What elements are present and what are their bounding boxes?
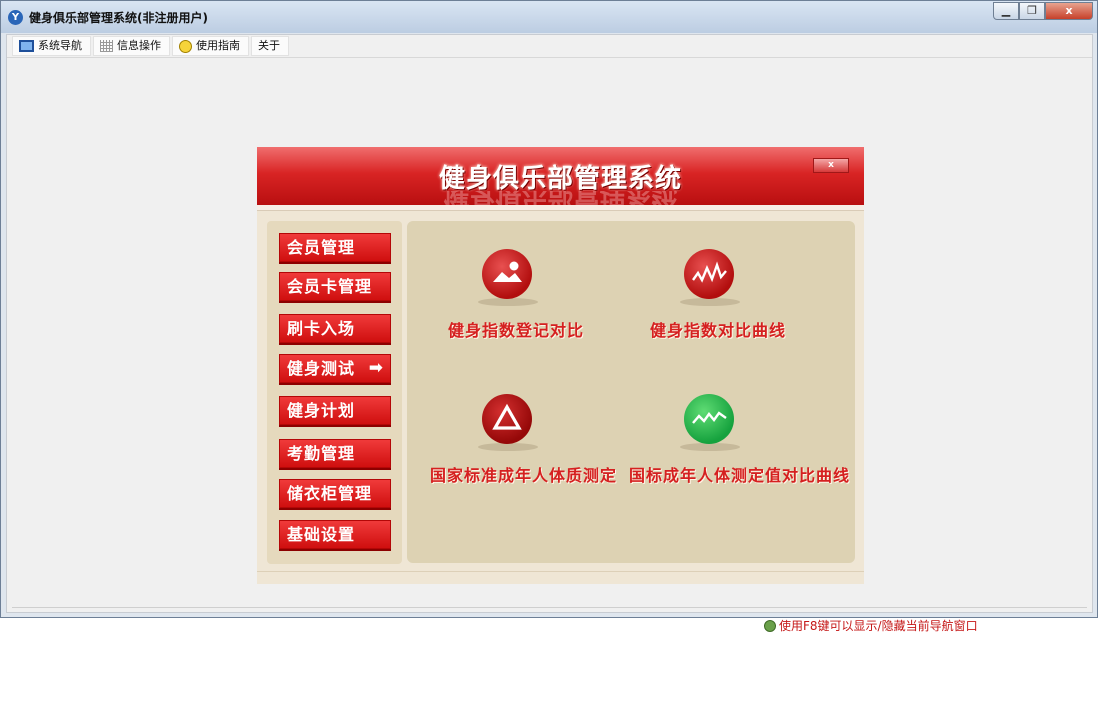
landscape-icon[interactable]	[482, 249, 532, 299]
zigzag-chart-icon[interactable]	[684, 249, 734, 299]
green-curve-icon[interactable]	[684, 394, 734, 444]
nav-label: 会员管理	[287, 238, 356, 257]
nav-label: 考勤管理	[287, 444, 356, 463]
nav-basic-settings[interactable]: 基础设置	[279, 520, 391, 549]
icon-shadow	[680, 443, 740, 451]
nav-label: 刷卡入场	[287, 319, 356, 338]
panel-title: 健身俱乐部管理系统	[438, 164, 682, 194]
nav-label: 会员卡管理	[287, 277, 373, 296]
bottom-divider	[12, 607, 1087, 608]
smile-icon	[179, 39, 192, 53]
grid-icon	[100, 40, 113, 52]
menu-label: 使用指南	[196, 39, 240, 52]
function-label[interactable]: 健身指数登记对比	[448, 317, 584, 341]
nav-member-management[interactable]: 会员管理	[279, 233, 391, 262]
header-stripe	[257, 205, 864, 211]
icon-shadow	[478, 443, 538, 451]
nav-attendance[interactable]: 考勤管理	[279, 439, 391, 468]
function-label[interactable]: 健身指数对比曲线	[650, 317, 786, 341]
menu-label: 信息操作	[117, 39, 161, 52]
panel-title-reflection: 健身俱乐部管理系统	[257, 191, 864, 205]
menu-bar: 系统导航 信息操作 使用指南 关于	[12, 36, 289, 56]
arrow-right-icon: ➡	[368, 358, 384, 378]
nav-label: 健身计划	[287, 401, 356, 420]
nav-fitness-test[interactable]: 健身测试 ➡	[279, 354, 391, 383]
panel-footer	[257, 571, 864, 584]
title-bar[interactable]: Y 健身俱乐部管理系统(非注册用户) ▁ ❐ x	[1, 1, 1097, 33]
nav-locker-management[interactable]: 储衣柜管理	[279, 479, 391, 508]
nav-fitness-plan[interactable]: 健身计划	[279, 396, 391, 425]
nav-label: 基础设置	[287, 525, 356, 544]
hint-icon	[764, 619, 776, 632]
nav-card-entry[interactable]: 刷卡入场	[279, 314, 391, 343]
nav-member-card-management[interactable]: 会员卡管理	[279, 272, 391, 301]
monitor-icon	[19, 40, 34, 52]
menu-info-ops[interactable]: 信息操作	[93, 36, 170, 56]
icon-shadow	[680, 298, 740, 306]
window-title: 健身俱乐部管理系统(非注册用户)	[29, 11, 208, 25]
triangle-icon[interactable]	[482, 394, 532, 444]
icon-shadow	[478, 298, 538, 306]
hint-text: 使用F8键可以显示/隐藏当前导航窗口	[779, 619, 978, 633]
menu-divider	[7, 57, 1092, 58]
menu-label: 系统导航	[38, 39, 82, 52]
close-button[interactable]: x	[1045, 2, 1093, 20]
panel-close-button[interactable]: x	[813, 158, 849, 173]
function-area: 健身指数登记对比 健身指数对比曲线 国家标准成年人体质测定 国标成年人体测定值对…	[407, 221, 978, 633]
function-label[interactable]: 国家标准成年人体质测定	[430, 462, 617, 486]
maximize-button[interactable]: ❐	[1019, 2, 1045, 20]
menu-system-nav[interactable]: 系统导航	[12, 36, 91, 56]
menu-about[interactable]: 关于	[251, 36, 289, 56]
menu-user-guide[interactable]: 使用指南	[172, 36, 249, 56]
navigation-panel: 健身俱乐部管理系统 健身俱乐部管理系统 x 会员管理 会员卡管理 刷卡入场 健身…	[257, 147, 978, 633]
nav-sidebar: 会员管理 会员卡管理 刷卡入场 健身测试 ➡ 健身计划 考勤管理 储衣柜管理 基…	[267, 221, 402, 564]
function-label[interactable]: 国标成年人体测定值对比曲线	[629, 462, 850, 486]
menu-label: 关于	[258, 39, 280, 52]
minimize-button[interactable]: ▁	[993, 2, 1019, 20]
nav-label: 储衣柜管理	[287, 484, 373, 503]
nav-label: 健身测试	[287, 359, 356, 378]
f8-hint: 使用F8键可以显示/隐藏当前导航窗口	[764, 617, 978, 634]
app-logo-icon: Y	[8, 10, 23, 25]
panel-header[interactable]: 健身俱乐部管理系统 健身俱乐部管理系统 x	[257, 147, 864, 205]
